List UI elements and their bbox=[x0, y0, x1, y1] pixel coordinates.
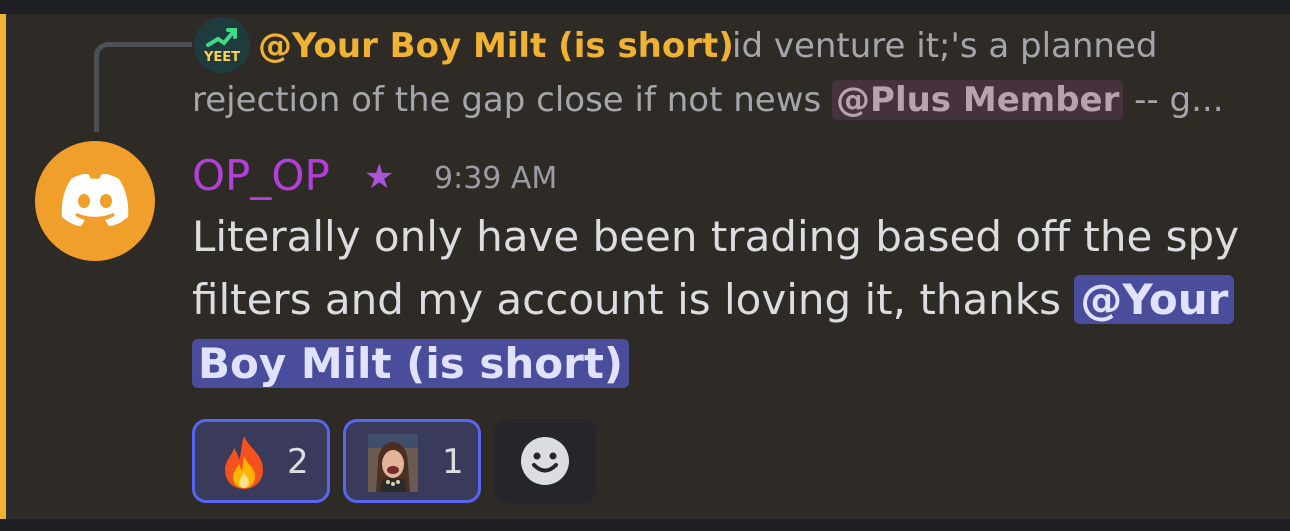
star-icon: ★ bbox=[364, 157, 395, 197]
reaction-count: 2 bbox=[287, 442, 309, 482]
reply-author-name[interactable]: @Your Boy Milt (is short) bbox=[258, 22, 734, 70]
message-text: filters and my account is loving it, tha… bbox=[192, 275, 1075, 324]
author-avatar[interactable] bbox=[35, 141, 155, 261]
message-container: YEET @Your Boy Milt (is short) id ventur… bbox=[0, 14, 1290, 519]
reply-avatar[interactable]: YEET bbox=[194, 17, 250, 73]
smiley-icon bbox=[521, 437, 569, 485]
reaction-count: 1 bbox=[442, 442, 464, 482]
reply-preview-line-2[interactable]: rejection of the gap close if not news @… bbox=[192, 76, 1252, 124]
laughing-person-emoji-icon bbox=[368, 434, 418, 492]
user-mention-part-1[interactable]: @Your bbox=[1074, 275, 1235, 324]
yeet-logo-text: YEET bbox=[203, 50, 240, 65]
reaction-laughing-person[interactable]: 1 bbox=[343, 419, 481, 503]
reply-preview-ellipsis: -- g... bbox=[1123, 80, 1224, 120]
fire-emoji-icon bbox=[225, 436, 263, 489]
role-mention[interactable]: @Plus Member bbox=[832, 80, 1124, 120]
timestamp[interactable]: 9:39 AM bbox=[434, 156, 557, 202]
discord-logo-icon bbox=[61, 174, 129, 226]
user-mention-part-2[interactable]: Boy Milt (is short) bbox=[192, 339, 630, 388]
reply-preview-line-1[interactable]: id venture it;'s a planned bbox=[732, 22, 1157, 70]
message-line-1: Literally only have been trading based o… bbox=[192, 212, 1240, 261]
reply-connector bbox=[94, 42, 192, 132]
message-line-2: filters and my account is loving it, tha… bbox=[192, 272, 1235, 328]
reply-preview-text: rejection of the gap close if not news bbox=[192, 80, 833, 120]
message-line-3: Boy Milt (is short) bbox=[192, 336, 630, 392]
add-reaction-button[interactable] bbox=[494, 419, 596, 503]
reaction-fire[interactable]: 2 bbox=[192, 419, 330, 503]
author-name[interactable]: OP_OP bbox=[192, 148, 330, 204]
